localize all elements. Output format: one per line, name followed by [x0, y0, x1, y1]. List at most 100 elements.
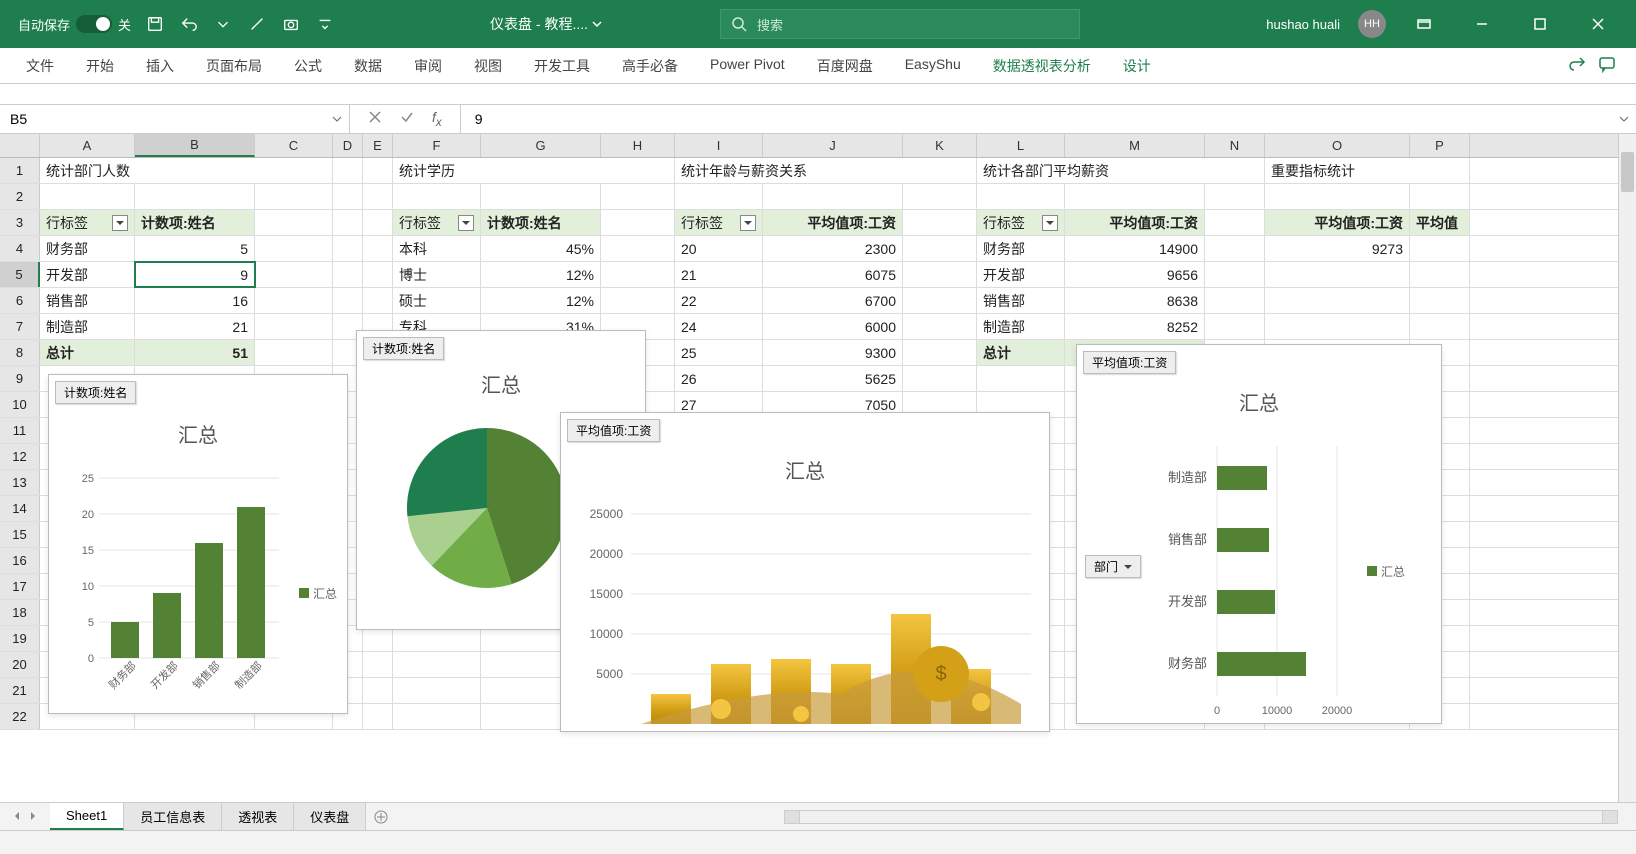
cell[interactable]: 9	[135, 262, 255, 287]
cell[interactable]: 总计	[977, 340, 1065, 365]
cell[interactable]	[363, 288, 393, 313]
sheet-tab[interactable]: 仪表盘	[294, 803, 366, 830]
column-header[interactable]: L	[977, 134, 1065, 157]
row-header[interactable]: 8	[0, 340, 40, 365]
cell[interactable]: 51	[135, 340, 255, 365]
cell[interactable]	[1205, 210, 1265, 235]
formula-input[interactable]: 9	[461, 111, 1612, 127]
chart-dept-avg-salary[interactable]: 平均值项:工资 汇总 部门 制造部销售部 开发部财务部 01000020000	[1076, 344, 1442, 724]
column-header[interactable]: C	[255, 134, 333, 157]
cell[interactable]	[255, 288, 333, 313]
formula-expand-icon[interactable]	[1612, 113, 1636, 125]
chevron-down-icon[interactable]	[331, 113, 343, 125]
row-header[interactable]: 3	[0, 210, 40, 235]
ribbon-tab[interactable]: 文件	[10, 56, 70, 76]
row-header[interactable]: 7	[0, 314, 40, 339]
ribbon-tab[interactable]: 公式	[278, 56, 338, 76]
cell[interactable]: 统计学历	[393, 158, 675, 183]
close-icon[interactable]	[1578, 6, 1618, 42]
brush-icon[interactable]	[247, 14, 267, 34]
ribbon-tab[interactable]: 数据	[338, 56, 398, 76]
cell[interactable]: 20	[675, 236, 763, 261]
sheet-tab[interactable]: 员工信息表	[124, 803, 222, 830]
cell[interactable]: 14900	[1065, 236, 1205, 261]
cell[interactable]	[393, 652, 481, 677]
cell[interactable]	[903, 288, 977, 313]
accept-formula-icon[interactable]	[400, 110, 414, 129]
column-header[interactable]: D	[333, 134, 363, 157]
cell[interactable]: 45%	[481, 236, 601, 261]
cell[interactable]	[363, 678, 393, 703]
cell[interactable]: 行标签	[977, 210, 1065, 235]
filter-icon[interactable]	[112, 215, 128, 231]
cell[interactable]	[1410, 236, 1470, 261]
sheet-nav-next-icon[interactable]	[28, 809, 38, 824]
user-avatar[interactable]: HH	[1358, 10, 1386, 38]
cell[interactable]: 销售部	[977, 288, 1065, 313]
cell[interactable]: 平均值项:工资	[763, 210, 903, 235]
cell[interactable]: 行标签	[40, 210, 135, 235]
row-header[interactable]: 14	[0, 496, 40, 521]
vertical-scrollbar[interactable]	[1618, 134, 1636, 802]
row-header[interactable]: 13	[0, 470, 40, 495]
chart-field-button[interactable]: 计数项:姓名	[363, 337, 444, 360]
cell[interactable]: 9273	[1265, 236, 1410, 261]
cell[interactable]	[1410, 262, 1470, 287]
dept-slicer-button[interactable]: 部门	[1085, 555, 1141, 578]
save-icon[interactable]	[145, 14, 165, 34]
cell[interactable]: 本科	[393, 236, 481, 261]
maximize-icon[interactable]	[1520, 6, 1560, 42]
cell[interactable]	[903, 210, 977, 235]
qat-customize-icon[interactable]	[315, 14, 335, 34]
column-header[interactable]: I	[675, 134, 763, 157]
column-header[interactable]: B	[135, 134, 255, 157]
filter-icon[interactable]	[1042, 215, 1058, 231]
cell[interactable]: 25	[675, 340, 763, 365]
row-header[interactable]: 6	[0, 288, 40, 313]
cell[interactable]: 6000	[763, 314, 903, 339]
chart-dept-count[interactable]: 计数项:姓名 汇总 0510 152025 财务部 开发部 销售部	[48, 374, 348, 714]
row-header[interactable]: 11	[0, 418, 40, 443]
cell[interactable]	[601, 184, 675, 209]
cell[interactable]	[481, 184, 601, 209]
cell[interactable]	[363, 210, 393, 235]
cell[interactable]	[333, 262, 363, 287]
cell[interactable]: 9300	[763, 340, 903, 365]
cell[interactable]: 销售部	[40, 288, 135, 313]
chart-field-button[interactable]: 平均值项:工资	[1083, 351, 1176, 374]
ribbon-tab[interactable]: 开发工具	[518, 56, 606, 76]
cell[interactable]	[1410, 184, 1470, 209]
cell[interactable]	[333, 288, 363, 313]
cell[interactable]: 16	[135, 288, 255, 313]
cell[interactable]: 行标签	[393, 210, 481, 235]
user-name[interactable]: hushao huali	[1266, 17, 1340, 32]
ribbon-tab[interactable]: 高手必备	[606, 56, 694, 76]
row-header[interactable]: 18	[0, 600, 40, 625]
ribbon-tab[interactable]: 视图	[458, 56, 518, 76]
cancel-formula-icon[interactable]	[368, 110, 382, 129]
cell[interactable]: 制造部	[977, 314, 1065, 339]
share-icon[interactable]	[1568, 55, 1586, 76]
row-header[interactable]: 22	[0, 704, 40, 729]
cell[interactable]	[903, 366, 977, 391]
row-header[interactable]: 19	[0, 626, 40, 651]
ribbon-tab-contextual[interactable]: 设计	[1107, 56, 1167, 76]
cell[interactable]: 22	[675, 288, 763, 313]
row-header[interactable]: 1	[0, 158, 40, 183]
cell[interactable]	[903, 314, 977, 339]
ribbon-tab[interactable]: Power Pivot	[694, 56, 801, 72]
row-header[interactable]: 15	[0, 522, 40, 547]
cell[interactable]: 8638	[1065, 288, 1205, 313]
cell[interactable]	[1205, 288, 1265, 313]
column-header[interactable]: G	[481, 134, 601, 157]
chevron-down-icon[interactable]	[592, 19, 602, 29]
cell[interactable]	[135, 184, 255, 209]
cell[interactable]	[333, 210, 363, 235]
column-header[interactable]: F	[393, 134, 481, 157]
filter-icon[interactable]	[740, 215, 756, 231]
row-header[interactable]: 16	[0, 548, 40, 573]
ribbon-tab[interactable]: EasyShu	[889, 56, 977, 72]
cell[interactable]	[1265, 262, 1410, 287]
cell[interactable]: 制造部	[40, 314, 135, 339]
add-sheet-button[interactable]	[366, 810, 396, 824]
